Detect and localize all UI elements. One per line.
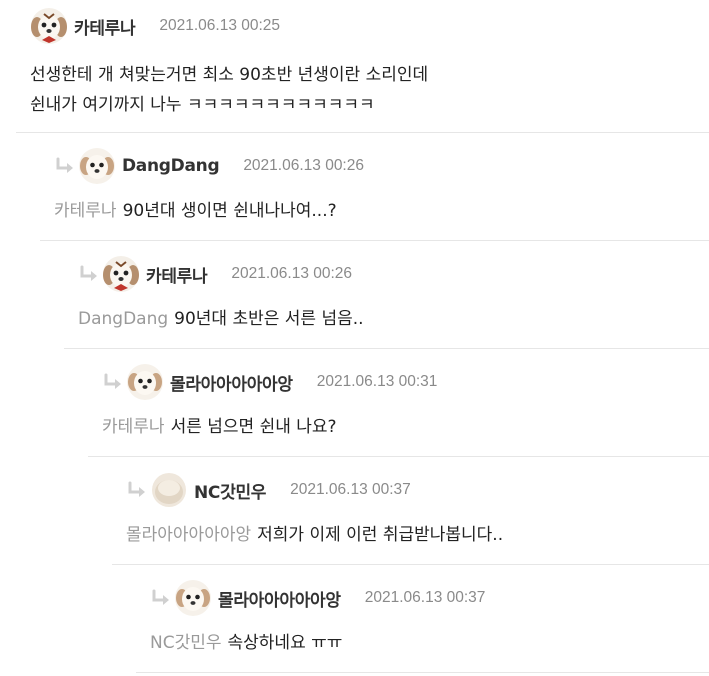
comment-text: 몰라아아아아아앙 저희가 이제 이런 취급받나봅니다.. <box>126 520 503 550</box>
comment-text: NC갓민우 속상하네요 ㅠㅠ <box>150 628 342 658</box>
comment-header: NC갓민우 2021.06.13 00:37 <box>126 470 411 510</box>
divider <box>16 132 709 133</box>
divider <box>112 564 709 565</box>
comment-header: DangDang 2021.06.13 00:26 <box>54 146 364 186</box>
reply-arrow-icon <box>80 265 99 283</box>
nickname[interactable]: 카테루나 <box>74 14 136 39</box>
reply-arrow-icon <box>128 481 147 499</box>
puppy-avatar-icon[interactable] <box>78 147 116 185</box>
puppy-bow-avatar-icon[interactable] <box>102 255 140 293</box>
nickname[interactable]: 몰라아아아아아앙 <box>218 586 341 611</box>
puppy-avatar-icon[interactable] <box>174 579 212 617</box>
comment-date: 2021.06.13 00:37 <box>290 481 411 498</box>
mention[interactable]: 카테루나 <box>54 201 117 221</box>
puppy-avatar-icon[interactable] <box>126 363 164 401</box>
nickname[interactable]: DangDang <box>122 156 220 176</box>
comment-body: 저희가 이제 이런 취급받나봅니다.. <box>257 525 504 545</box>
mention[interactable]: NC갓민우 <box>150 633 222 653</box>
comment-body: 90년대 생이면 쉰내나나여...? <box>122 201 337 221</box>
comment-header: 카테루나 2021.06.13 00:26 <box>78 254 352 294</box>
reply-arrow-icon <box>56 157 75 175</box>
comment-header: 몰라아아아아아앙 2021.06.13 00:31 <box>102 362 437 402</box>
blob-avatar-icon[interactable] <box>150 471 188 509</box>
nickname[interactable]: NC갓민우 <box>194 478 266 503</box>
mention[interactable]: DangDang <box>78 309 168 329</box>
puppy-bow-avatar-icon[interactable] <box>30 7 68 45</box>
comment-body: 90년대 초반은 서른 넘음.. <box>174 309 364 329</box>
comment-header: 카테루나 2021.06.13 00:25 <box>30 6 280 46</box>
comment-header: 몰라아아아아아앙 2021.06.13 00:37 <box>150 578 485 618</box>
comment-line: 선생한테 개 쳐맞는거면 최소 90초반 년생이란 소리인데 <box>30 65 429 85</box>
reply-arrow-icon <box>104 373 123 391</box>
comment-text: DangDang 90년대 초반은 서른 넘음.. <box>78 304 364 334</box>
divider <box>40 240 709 241</box>
reply-item: NC갓민우 2021.06.13 00:37 몰라아아아아아앙 저희가 이제 이런… <box>126 470 709 570</box>
reply-item: 몰라아아아아아앙 2021.06.13 00:37 NC갓민우 속상하네요 ㅠㅠ <box>150 578 709 676</box>
comment-date: 2021.06.13 00:31 <box>316 373 438 390</box>
reply-item: 몰라아아아아아앙 2021.06.13 00:31 카테루나 서른 넘으면 쉰내 … <box>102 362 709 462</box>
comment-date: 2021.06.13 00:26 <box>243 157 364 174</box>
comment-body: 속상하네요 ㅠㅠ <box>227 633 343 653</box>
divider <box>64 348 709 349</box>
reply-arrow-icon <box>152 589 171 607</box>
mention[interactable]: 몰라아아아아아앙 <box>126 525 251 545</box>
nickname[interactable]: 카테루나 <box>146 262 208 287</box>
mention[interactable]: 카테루나 <box>102 417 165 437</box>
comment-body: 서른 넘으면 쉰내 나요? <box>170 417 337 437</box>
comment-text: 카테루나 90년대 생이면 쉰내나나여...? <box>54 196 337 226</box>
nickname[interactable]: 몰라아아아아아앙 <box>170 370 293 395</box>
comment-line: 쉰내가 여기까지 나누 ㅋㅋㅋㅋㅋㅋㅋㅋㅋㅋㅋㅋ <box>30 95 375 115</box>
divider <box>88 456 709 457</box>
reply-item: 카테루나 2021.06.13 00:26 DangDang 90년대 초반은 서… <box>78 254 709 354</box>
comment-item: 카테루나 2021.06.13 00:25 선생한테 개 쳐맞는거면 최소 90… <box>30 6 709 136</box>
comment-text: 카테루나 서른 넘으면 쉰내 나요? <box>102 412 337 442</box>
comment-date: 2021.06.13 00:25 <box>159 17 281 34</box>
reply-item: DangDang 2021.06.13 00:26 카테루나 90년대 생이면 쉰… <box>54 146 709 246</box>
comment-text: 선생한테 개 쳐맞는거면 최소 90초반 년생이란 소리인데 쉰내가 여기까지 … <box>30 60 428 120</box>
comment-date: 2021.06.13 00:37 <box>364 589 486 606</box>
comment-date: 2021.06.13 00:26 <box>231 265 353 282</box>
divider <box>136 672 709 673</box>
